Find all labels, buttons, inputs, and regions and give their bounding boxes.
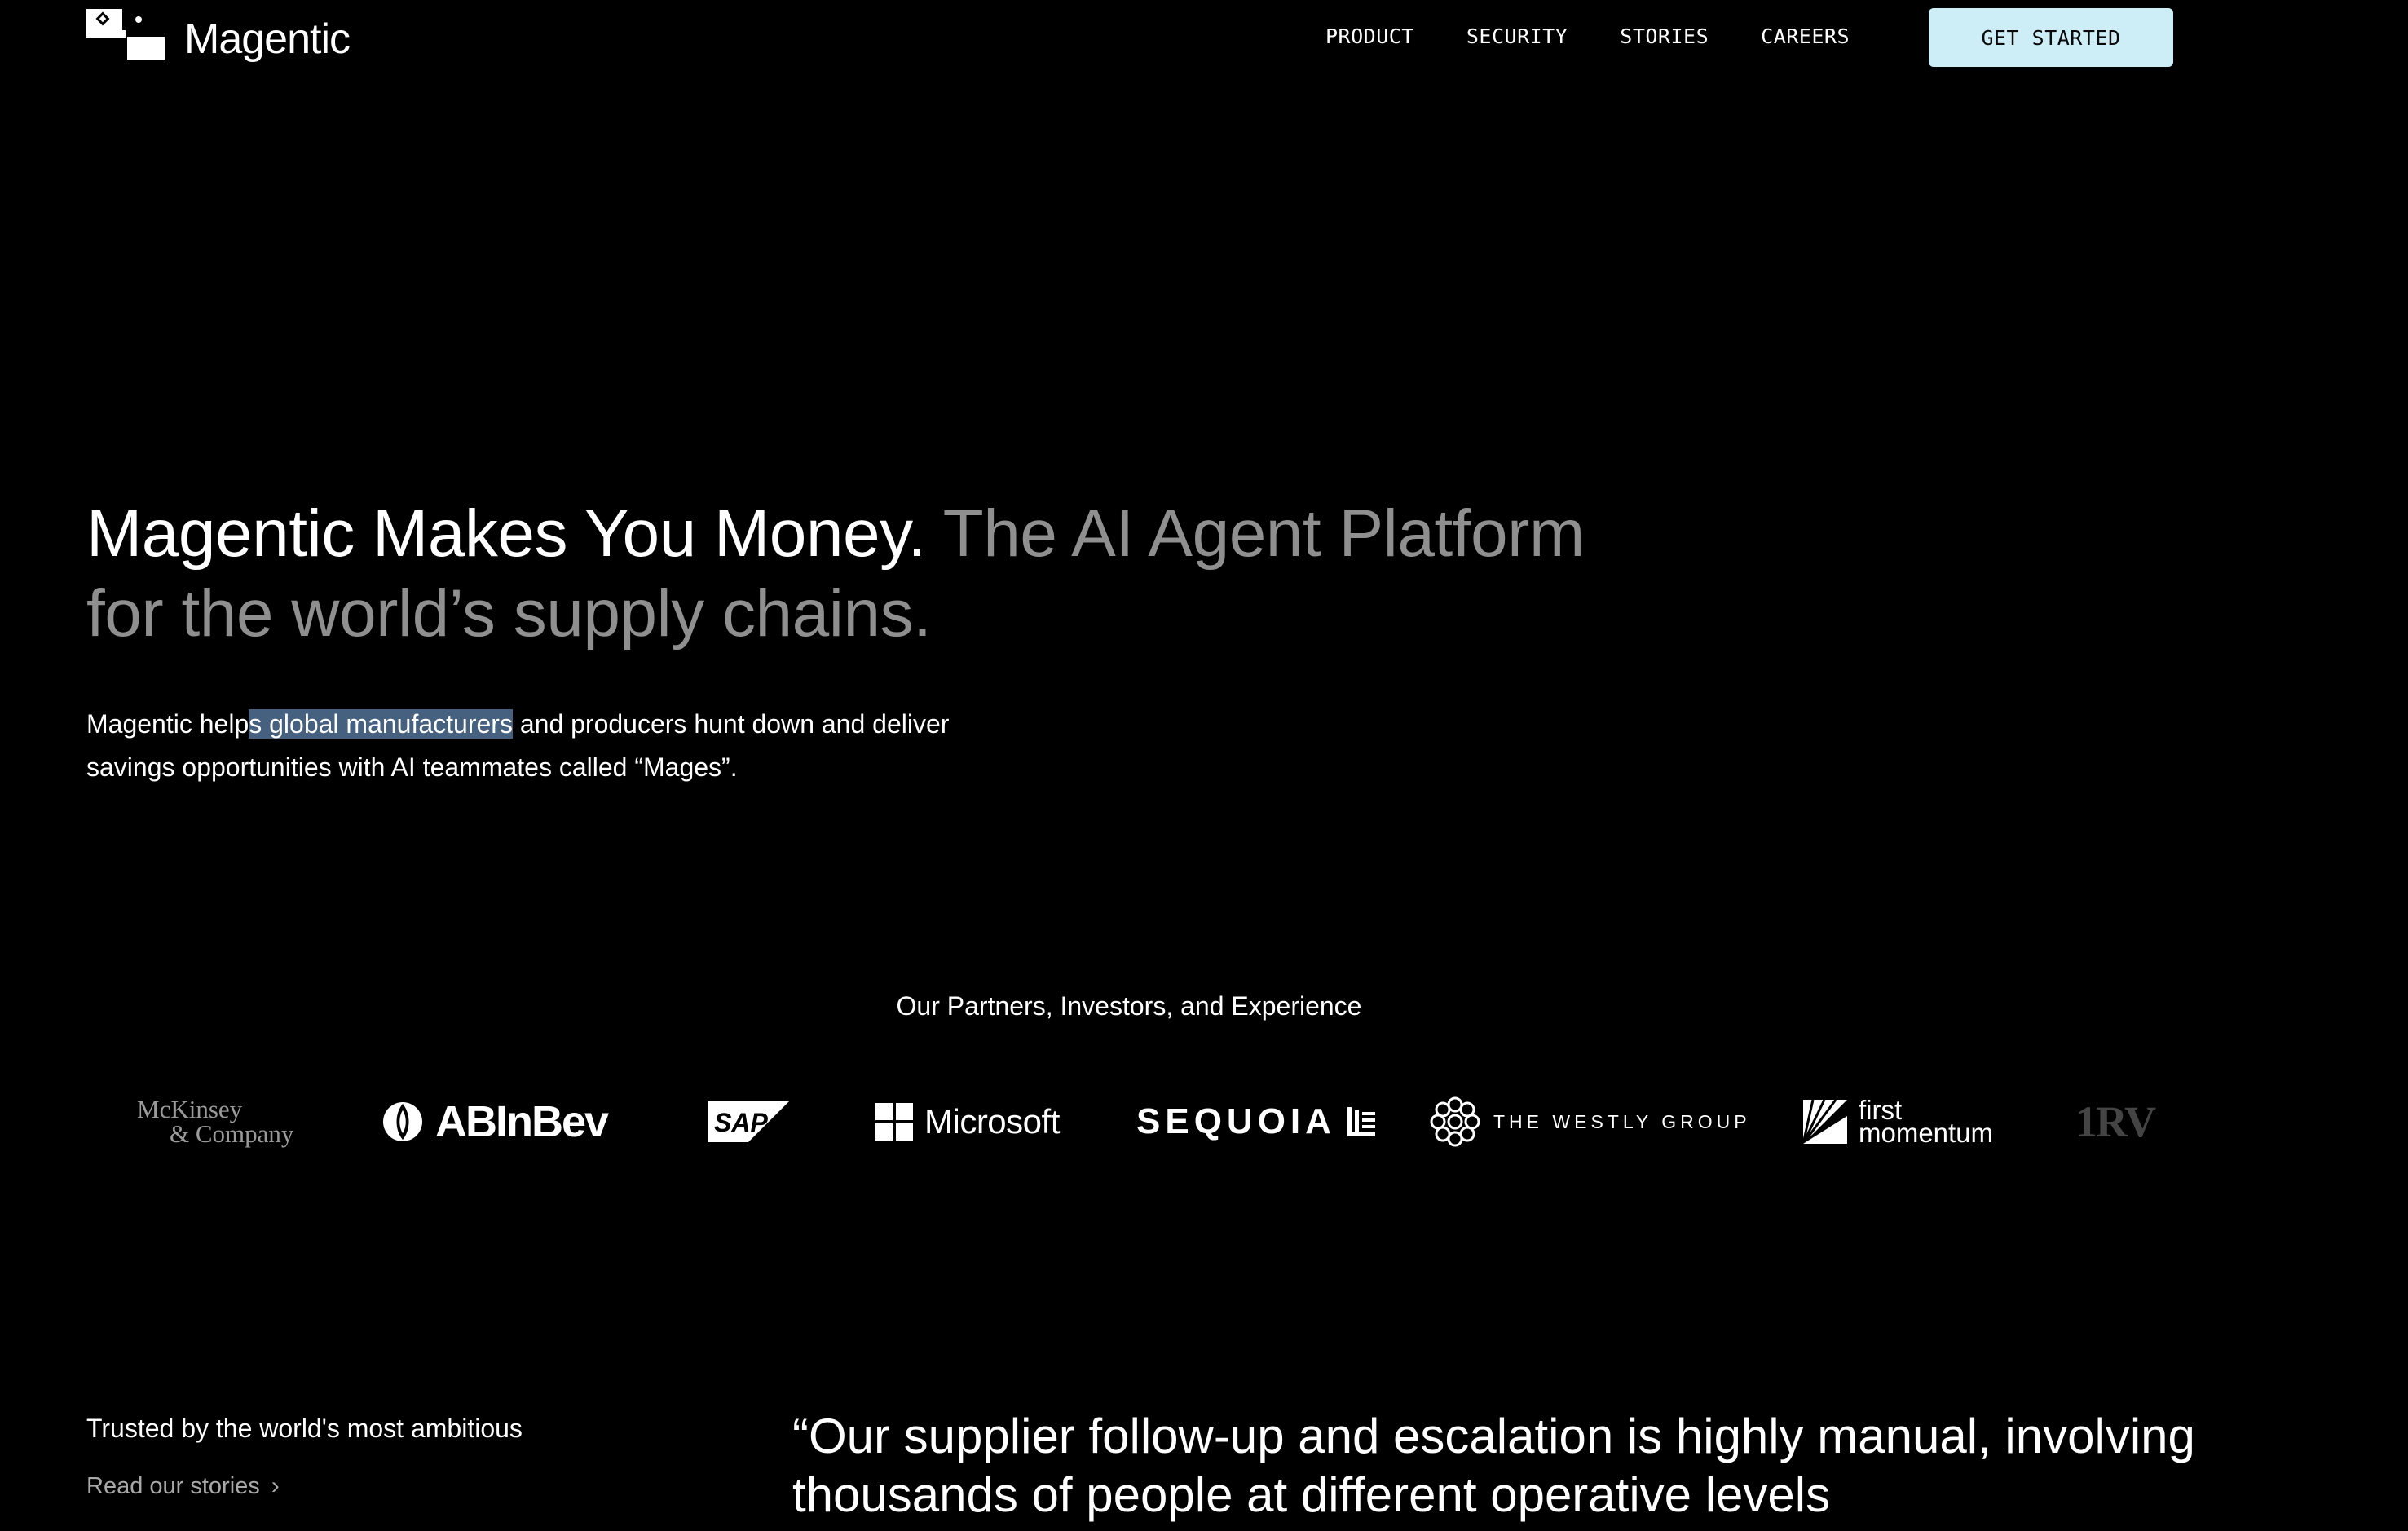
microsoft-text: Microsoft xyxy=(924,1102,1060,1141)
abinbev-icon xyxy=(383,1102,422,1141)
read-stories-link[interactable]: Read our stories › xyxy=(86,1472,280,1500)
abinbev-text: ABInBev xyxy=(435,1097,609,1146)
hero-sub-selection: s global manufacturers xyxy=(249,709,513,739)
nav-product[interactable]: PRODUCT xyxy=(1325,24,1414,48)
westly-flower-icon xyxy=(1430,1096,1480,1147)
partner-logos: McKinsey & Company ABInBev SAP Microsoft… xyxy=(86,1089,2173,1154)
sequoia-text: SEQUOIA xyxy=(1136,1101,1336,1141)
brand-logo[interactable]: Magentic xyxy=(86,8,351,63)
get-started-button[interactable]: GET STARTED xyxy=(1929,8,2173,67)
trusted-heading: Trusted by the world's most ambitious xyxy=(86,1414,523,1443)
first-momentum-icon xyxy=(1803,1100,1847,1144)
sap-text: SAP xyxy=(714,1108,768,1137)
brand-name: Magentic xyxy=(184,15,351,63)
logo-microsoft: Microsoft xyxy=(875,1089,1060,1154)
read-stories-label: Read our stories xyxy=(86,1472,260,1499)
mckinsey-line1: McKinsey xyxy=(137,1095,243,1123)
logo-first-momentum: first momentum xyxy=(1803,1089,1993,1154)
hero-title-main: Magentic Makes You Money. xyxy=(86,496,926,571)
logo-rv: 1RV xyxy=(2075,1097,2156,1146)
chevron-right-icon: › xyxy=(271,1472,280,1499)
logo-sap: SAP xyxy=(708,1089,789,1154)
nav-security[interactable]: SECURITY xyxy=(1466,24,1568,48)
westly-text: THE WESTLY GROUP xyxy=(1493,1110,1751,1132)
logo-abinbev: ABInBev xyxy=(381,1089,609,1154)
testimonial-quote: “Our supplier follow-up and escalation i… xyxy=(792,1409,2195,1522)
nav-careers[interactable]: CAREERS xyxy=(1761,24,1850,48)
page: Magentic PRODUCT SECURITY STORIES CAREER… xyxy=(0,0,2408,1531)
microsoft-icon xyxy=(875,1103,913,1141)
hero-title: Magentic Makes You Money. The AI Agent P… xyxy=(86,494,1635,654)
sequoia-mark-icon xyxy=(1347,1107,1375,1136)
hero-subtitle: Magentic helps global manufacturers and … xyxy=(86,703,1016,789)
logo-mckinsey: McKinsey & Company xyxy=(137,1089,293,1154)
magentic-logo-icon xyxy=(86,9,165,60)
partners-heading: Our Partners, Investors, and Experience xyxy=(896,991,1362,1021)
momentum-text: momentum xyxy=(1859,1118,1994,1148)
mckinsey-line2: & Company xyxy=(170,1119,294,1148)
sap-icon: SAP xyxy=(708,1101,789,1142)
hero-sub-before: Magentic help xyxy=(86,709,249,739)
logo-sequoia: SEQUOIA xyxy=(1136,1089,1375,1154)
main-nav: PRODUCT SECURITY STORIES CAREERS xyxy=(1325,24,1850,48)
nav-stories[interactable]: STORIES xyxy=(1620,24,1709,48)
logo-westly-group: THE WESTLY GROUP xyxy=(1428,1089,1751,1154)
first-momentum-words: first momentum xyxy=(1859,1096,1994,1148)
